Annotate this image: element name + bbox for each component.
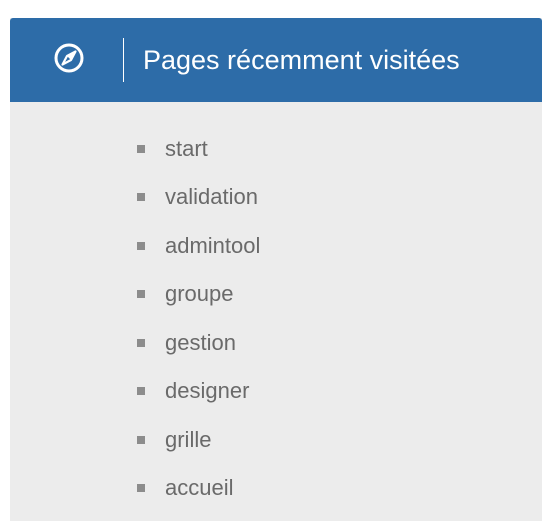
page-link-groupe[interactable]: groupe xyxy=(165,279,234,309)
page-link-gestion[interactable]: gestion xyxy=(165,328,236,358)
bullet-icon xyxy=(137,436,145,444)
page-link-admintool[interactable]: admintool xyxy=(165,231,260,261)
page-link-validation[interactable]: validation xyxy=(165,182,258,212)
recent-pages-widget: Pages récemment visitées start validatio… xyxy=(10,18,542,521)
bullet-icon xyxy=(137,339,145,347)
compass-icon xyxy=(54,43,84,73)
bullet-icon xyxy=(137,290,145,298)
page-link-grille[interactable]: grille xyxy=(165,425,211,455)
widget-title: Pages récemment visitées xyxy=(143,45,460,75)
page-link-start[interactable]: start xyxy=(165,134,208,164)
widget-header: Pages récemment visitées xyxy=(10,18,542,102)
bullet-icon xyxy=(137,484,145,492)
page-link-designer[interactable]: designer xyxy=(165,376,249,406)
page-link-accueil[interactable]: accueil xyxy=(165,473,233,503)
bullet-icon xyxy=(137,387,145,395)
bullet-icon xyxy=(137,193,145,201)
header-separator xyxy=(123,38,124,82)
bullet-icon xyxy=(137,242,145,250)
bullet-icon xyxy=(137,145,145,153)
